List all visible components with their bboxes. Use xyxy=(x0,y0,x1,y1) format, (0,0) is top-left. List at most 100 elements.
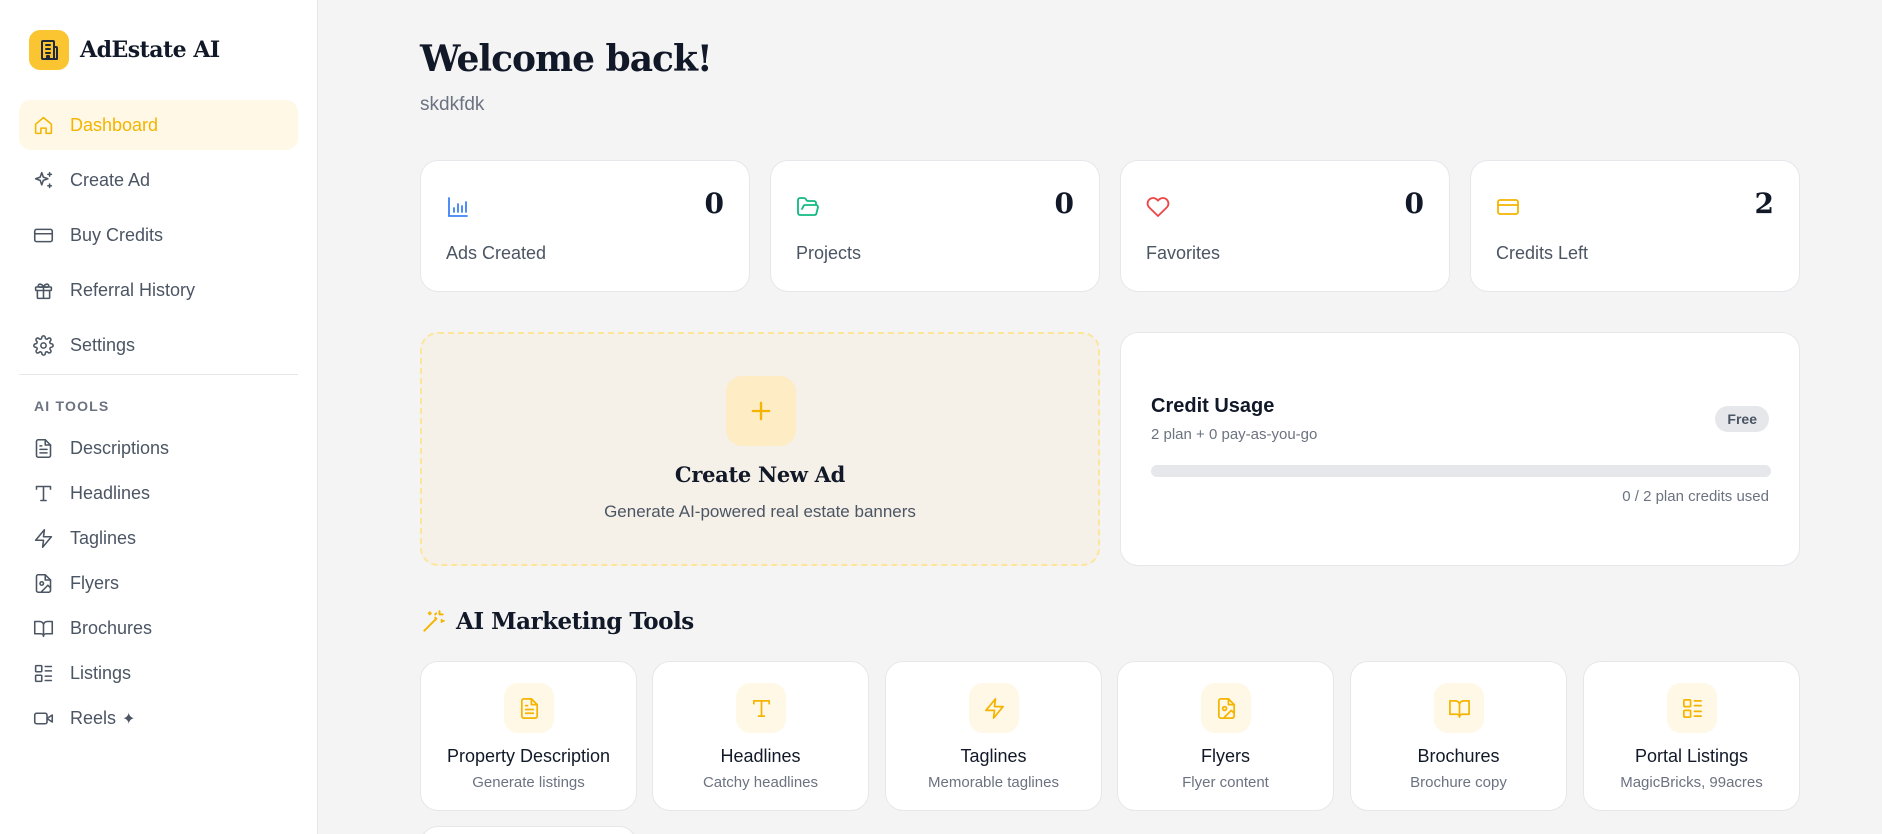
video-icon xyxy=(33,712,54,725)
tool-name: Property Description xyxy=(446,746,611,766)
tool-name: Brochures xyxy=(1417,746,1500,766)
plan-badge: Free xyxy=(1715,406,1769,432)
heart-icon xyxy=(1146,197,1170,217)
tool-description: Generate listings xyxy=(472,774,585,791)
stat-card-ads-created: 0 Ads Created xyxy=(420,160,750,292)
stat-label: Favorites xyxy=(1146,243,1221,263)
bar-chart-icon xyxy=(448,197,468,217)
sidebar-item-descriptions[interactable]: Descriptions xyxy=(19,426,298,471)
tool-card-headlines[interactable]: Headlines Catchy headlines xyxy=(652,661,869,811)
tool-card-portal-listings[interactable]: Portal Listings MagicBricks, 99acres xyxy=(1583,661,1800,811)
sidebar-item-label: Taglines xyxy=(70,528,137,548)
nav-item-buy-credits[interactable]: Buy Credits xyxy=(19,210,298,260)
file-text-icon xyxy=(504,683,554,733)
credits-used-text: 0 / 2 plan credits used xyxy=(1622,488,1769,505)
create-new-ad-card[interactable]: Create New Ad Generate AI-powered real e… xyxy=(420,332,1100,566)
nav-item-label: Dashboard xyxy=(70,114,159,135)
plus-icon xyxy=(726,376,796,446)
sidebar-item-taglines[interactable]: Taglines xyxy=(19,516,298,561)
file-image-icon xyxy=(1201,683,1251,733)
tool-name: Taglines xyxy=(960,746,1027,766)
file-text-icon xyxy=(35,438,52,459)
file-image-icon xyxy=(35,573,52,594)
new-sparkle-icon: ✦ xyxy=(122,711,136,728)
page-title: Welcome back! xyxy=(420,38,713,80)
stat-label: Ads Created xyxy=(446,243,547,263)
building-logo-icon xyxy=(29,30,69,70)
section-label-ai-tools: AI TOOLS xyxy=(34,398,110,414)
tool-card-taglines[interactable]: Taglines Memorable taglines xyxy=(885,661,1102,811)
user-name: skdkfdk xyxy=(420,94,485,115)
sidebar-item-label: Reels xyxy=(70,708,117,728)
tool-name: Flyers xyxy=(1201,746,1250,766)
stat-value: 0 xyxy=(704,187,724,220)
credit-usage-title: Credit Usage xyxy=(1151,395,1275,417)
gift-icon xyxy=(34,282,53,299)
stat-label: Credits Left xyxy=(1496,243,1589,263)
zap-icon xyxy=(969,683,1019,733)
book-open-icon xyxy=(1434,683,1484,733)
sidebar-item-label: Headlines xyxy=(70,483,151,503)
type-icon xyxy=(736,683,786,733)
magic-wand-icon xyxy=(423,609,445,632)
tool-description: Catchy headlines xyxy=(702,774,819,791)
marketing-tools-title: AI Marketing Tools xyxy=(456,608,694,635)
sparkles-icon xyxy=(34,171,53,188)
list-icon xyxy=(34,664,53,683)
nav-item-label: Settings xyxy=(70,334,136,355)
nav-item-label: Create Ad xyxy=(70,169,151,190)
stat-value: 0 xyxy=(1054,187,1074,220)
book-open-icon xyxy=(33,620,54,638)
list-icon xyxy=(1667,683,1717,733)
brand[interactable]: AdEstate AI xyxy=(29,30,220,70)
nav-item-label: Referral History xyxy=(70,279,196,300)
nav-item-create-ad[interactable]: Create Ad xyxy=(19,155,298,205)
credit-usage-subtitle: 2 plan + 0 pay-as-you-go xyxy=(1151,426,1318,443)
sidebar-item-label: Descriptions xyxy=(70,438,170,458)
stat-value: 0 xyxy=(1404,187,1424,220)
sidebar-item-label: Brochures xyxy=(70,618,153,638)
sidebar-item-reels[interactable]: Reels ✦ xyxy=(19,696,298,741)
sidebar-item-label: Listings xyxy=(70,663,132,683)
sidebar-item-flyers[interactable]: Flyers xyxy=(19,561,298,606)
sidebar-item-label: Flyers xyxy=(70,573,119,593)
tool-description: Flyer content xyxy=(1182,774,1269,791)
nav-item-referral-history[interactable]: Referral History xyxy=(19,265,298,315)
credit-usage-card: Credit Usage 2 plan + 0 pay-as-you-go Fr… xyxy=(1120,332,1800,566)
gear-icon xyxy=(33,334,54,356)
tool-description: MagicBricks, 99acres xyxy=(1620,774,1763,791)
nav-item-settings[interactable]: Settings xyxy=(19,320,298,370)
create-ad-subtitle: Generate AI-powered real estate banners xyxy=(604,502,916,521)
main-nav: Dashboard Create Ad Buy Credits Referral… xyxy=(19,100,298,375)
folder-open-icon xyxy=(797,197,819,216)
stat-label: Projects xyxy=(796,243,862,263)
tool-card-flyers[interactable]: Flyers Flyer content xyxy=(1117,661,1334,811)
credit-card-icon xyxy=(33,228,54,242)
tool-card-partial[interactable] xyxy=(420,826,637,834)
ai-tools-nav: Descriptions Headlines Taglines Flyers B… xyxy=(19,426,298,741)
tool-description: Brochure copy xyxy=(1410,774,1507,791)
tool-card-property-description[interactable]: Property Description Generate listings xyxy=(420,661,637,811)
sidebar: AdEstate AI Dashboard Create Ad Buy Cred… xyxy=(0,0,318,834)
app-name: AdEstate AI xyxy=(80,37,220,63)
stat-value: 2 xyxy=(1754,187,1774,220)
create-ad-title: Create New Ad xyxy=(674,462,846,487)
marketing-tools-header: AI Marketing Tools xyxy=(420,608,694,635)
tool-name: Headlines xyxy=(720,746,801,766)
tool-name: Portal Listings xyxy=(1634,746,1749,766)
stat-card-favorites: 0 Favorites xyxy=(1120,160,1450,292)
sidebar-divider xyxy=(19,374,298,375)
credit-card-icon xyxy=(1497,199,1519,215)
nav-item-dashboard[interactable]: Dashboard xyxy=(19,100,298,150)
tool-card-brochures[interactable]: Brochures Brochure copy xyxy=(1350,661,1567,811)
stat-card-credits-left: 2 Credits Left xyxy=(1470,160,1800,292)
nav-item-label: Buy Credits xyxy=(70,224,164,245)
sidebar-item-listings[interactable]: Listings xyxy=(19,651,298,696)
tool-description: Memorable taglines xyxy=(928,774,1059,791)
sidebar-item-headlines[interactable]: Headlines xyxy=(19,471,298,516)
zap-icon xyxy=(34,528,53,549)
stat-card-projects: 0 Projects xyxy=(770,160,1100,292)
credit-progress-bar xyxy=(1151,465,1771,477)
sidebar-item-brochures[interactable]: Brochures xyxy=(19,606,298,651)
type-icon xyxy=(35,485,52,502)
